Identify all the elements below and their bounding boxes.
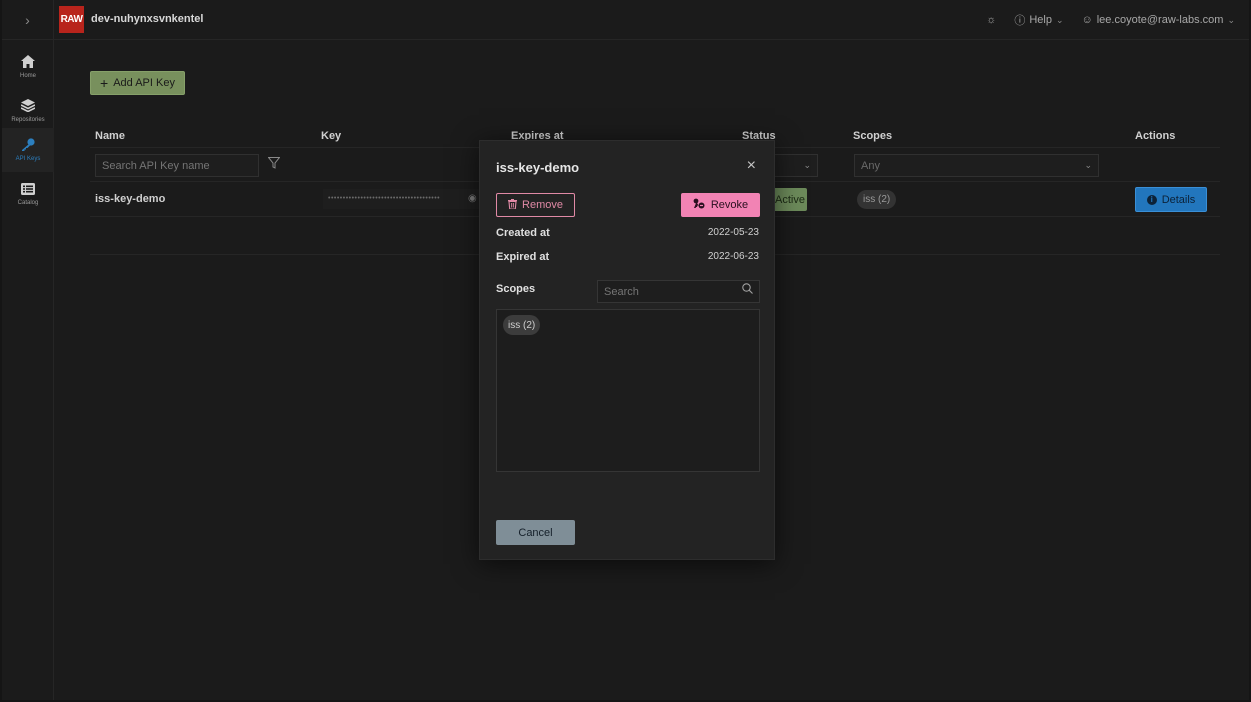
- details-button[interactable]: i Details: [1135, 187, 1207, 212]
- filter-icon[interactable]: [267, 157, 281, 172]
- sidebar-item-home[interactable]: Home: [2, 45, 54, 89]
- chevron-right-icon[interactable]: ›: [2, 0, 54, 40]
- chevron-down-icon: ⌄: [1055, 14, 1064, 25]
- search-icon: [742, 283, 753, 297]
- info-icon: ⓘ: [1014, 15, 1026, 27]
- column-header-actions: Actions: [1135, 130, 1176, 142]
- status-badge: Active: [773, 188, 807, 211]
- column-header-name[interactable]: Name: [95, 130, 125, 142]
- dialog-title: iss-key-demo: [496, 160, 580, 175]
- scopes-label: Scopes: [496, 283, 536, 295]
- chevron-down-icon: ⌄: [1084, 160, 1092, 170]
- scope-chip: iss (2): [857, 190, 897, 209]
- top-bar: › RAW dev-nuhynxsvnkentel ☼ ⓘ Help ⌄ ☺ l…: [2, 0, 1249, 40]
- sidebar: Home Repositories API Keys Catalog: [2, 40, 54, 700]
- column-header-scopes[interactable]: Scopes: [853, 130, 892, 142]
- scope-search-input[interactable]: [597, 280, 760, 303]
- remove-button[interactable]: Remove: [496, 193, 575, 217]
- info-icon: i: [1146, 194, 1157, 205]
- help-label: Help: [1029, 14, 1052, 26]
- sidebar-item-catalog[interactable]: Catalog: [2, 172, 54, 216]
- close-icon[interactable]: ×: [747, 158, 756, 174]
- expired-value: 2022-06-23: [707, 251, 759, 262]
- sidebar-item-repositories[interactable]: Repositories: [2, 89, 54, 133]
- sidebar-item-api-keys[interactable]: API Keys: [2, 128, 54, 172]
- revoke-key-icon: [693, 198, 705, 212]
- remove-label: Remove: [522, 199, 563, 211]
- created-value: 2022-05-23: [707, 227, 759, 238]
- plus-icon: +: [100, 75, 109, 91]
- scope-chip[interactable]: iss (2): [503, 315, 541, 335]
- scopes-filter-select[interactable]: Any ⌄: [854, 154, 1099, 177]
- scope-list: iss (2): [496, 309, 760, 472]
- sidebar-item-label: Repositories: [11, 117, 45, 123]
- user-menu[interactable]: ☺ lee.coyote@raw-labs.com ⌄: [1082, 14, 1236, 26]
- workspace-name[interactable]: dev-nuhynxsvnkentel: [91, 13, 203, 25]
- user-email: lee.coyote@raw-labs.com: [1096, 14, 1224, 26]
- trash-icon: [508, 198, 518, 212]
- expired-label: Expired at: [496, 251, 550, 263]
- top-right-menu: ☼ ⓘ Help ⌄ ☺ lee.coyote@raw-labs.com ⌄: [986, 12, 1235, 28]
- row-key-masked: ••••••••••••••••••••••••••••••••••••••: [323, 189, 483, 209]
- sidebar-item-label: Catalog: [17, 199, 39, 206]
- home-icon: [21, 55, 35, 70]
- api-key-dialog: iss-key-demo × Remove Revoke Created at …: [479, 140, 775, 560]
- add-api-key-label: Add API Key: [113, 77, 175, 89]
- chevron-down-icon: ⌄: [1227, 14, 1235, 25]
- raw-logo: RAW: [59, 6, 84, 33]
- details-label: Details: [1161, 193, 1196, 206]
- list-icon: [21, 182, 35, 197]
- name-search-input[interactable]: [95, 154, 259, 177]
- sidebar-item-label: API Keys: [15, 156, 41, 162]
- sun-icon[interactable]: ☼: [986, 14, 996, 26]
- sidebar-item-label: Home: [19, 73, 36, 79]
- layers-icon: [20, 99, 36, 114]
- add-api-key-button[interactable]: + Add API Key: [90, 71, 185, 95]
- cancel-button[interactable]: Cancel: [496, 520, 575, 545]
- created-label: Created at: [496, 227, 550, 239]
- user-icon: ☺: [1081, 14, 1093, 26]
- row-name: iss-key-demo: [95, 193, 166, 205]
- status-filter-select[interactable]: ⌄: [772, 154, 818, 177]
- chevron-down-icon: ⌄: [803, 160, 811, 170]
- revoke-label: Revoke: [710, 199, 749, 211]
- app-frame: › RAW dev-nuhynxsvnkentel ☼ ⓘ Help ⌄ ☺ l…: [2, 0, 1249, 700]
- eye-icon[interactable]: ◉: [468, 193, 477, 204]
- revoke-button[interactable]: Revoke: [681, 193, 760, 217]
- key-icon: [21, 138, 35, 153]
- help-menu[interactable]: ⓘ Help ⌄: [1014, 12, 1063, 28]
- column-header-key: Key: [321, 130, 342, 142]
- scopes-filter-value: Any: [861, 159, 880, 172]
